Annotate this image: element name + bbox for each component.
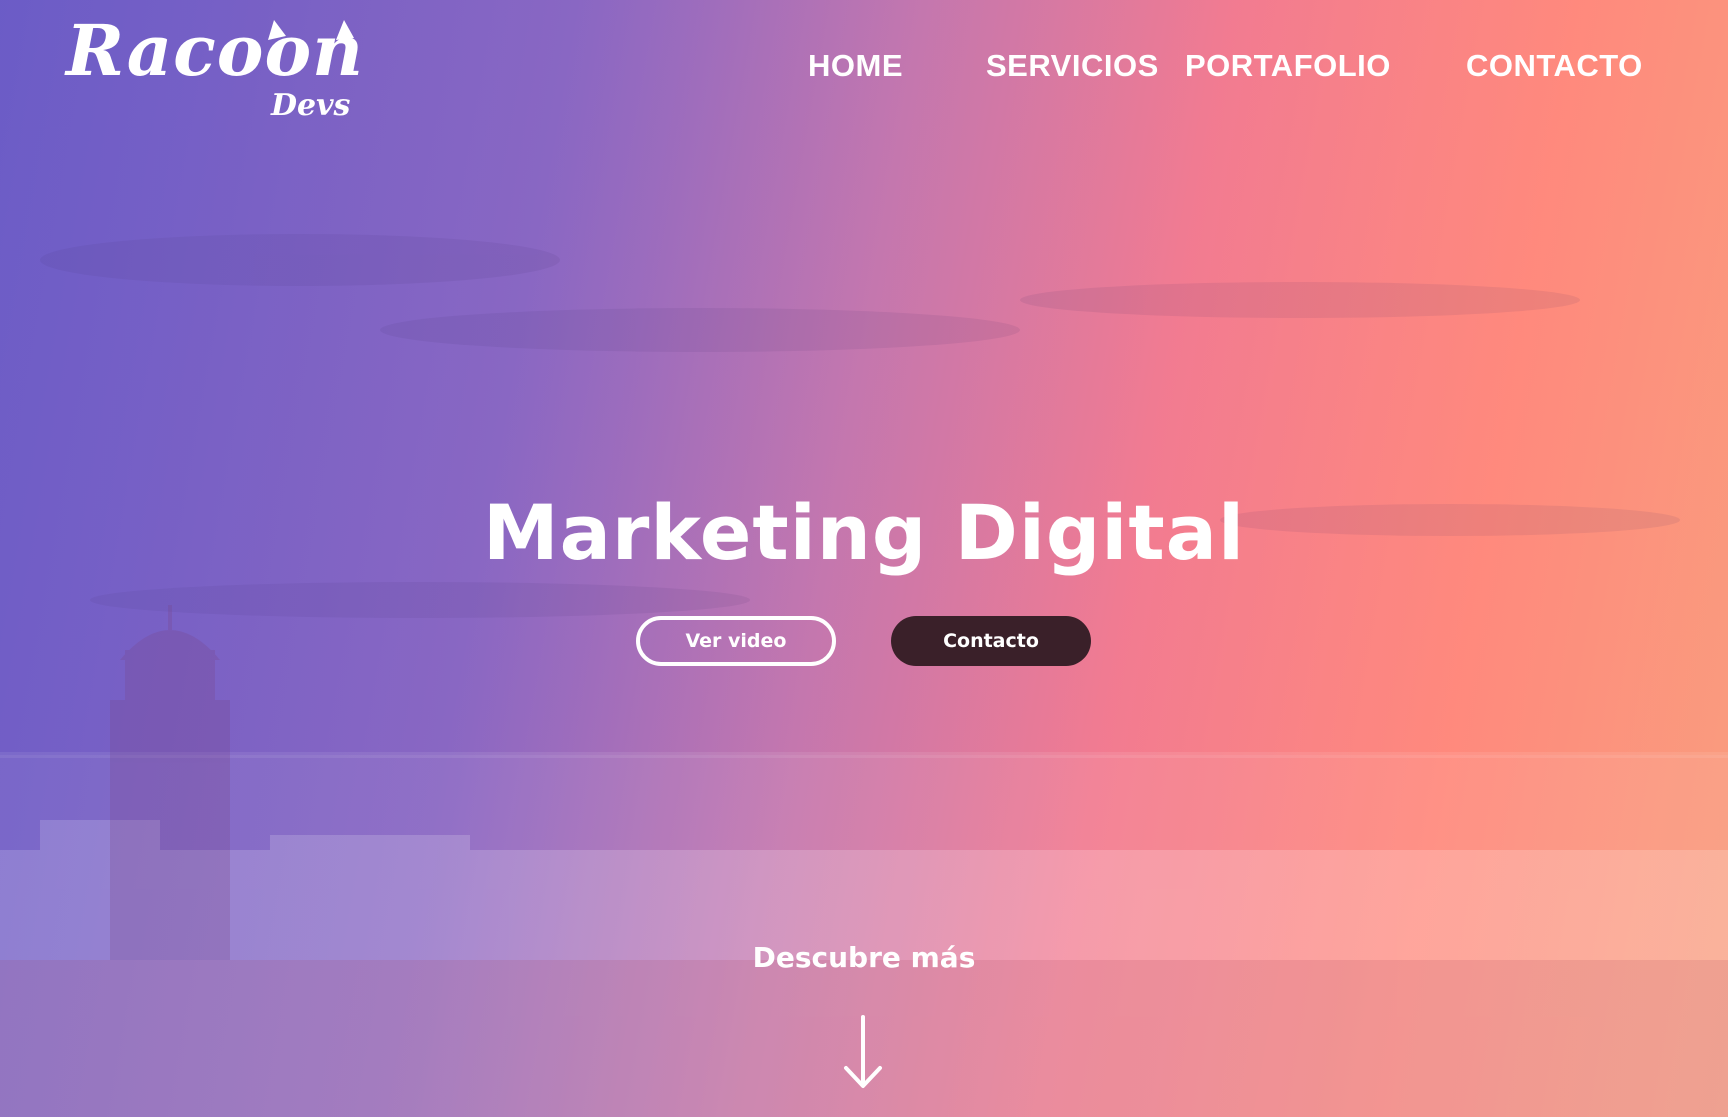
- hero-title: Marketing Digital: [482, 488, 1246, 577]
- descubre-mas-label[interactable]: Descubre más: [0, 941, 1728, 974]
- raccoon-ears-icon: [268, 20, 354, 40]
- ver-video-button[interactable]: Ver video: [636, 616, 836, 666]
- hero-section: Racoon Devs HOME SERVICIOS PORTAFOLIO CO…: [0, 0, 1728, 1117]
- contacto-button[interactable]: Contacto: [891, 616, 1091, 666]
- brand-logo-sub: Devs: [271, 88, 351, 123]
- nav-servicios-link[interactable]: SERVICIOS: [986, 48, 1159, 84]
- nav-contacto-link[interactable]: CONTACTO: [1466, 48, 1643, 84]
- arrow-down-icon[interactable]: [843, 1015, 883, 1090]
- nav-home-link[interactable]: HOME: [808, 48, 903, 84]
- nav-portafolio-link[interactable]: PORTAFOLIO: [1185, 48, 1391, 84]
- brand-logo[interactable]: Racoon Devs: [66, 14, 366, 124]
